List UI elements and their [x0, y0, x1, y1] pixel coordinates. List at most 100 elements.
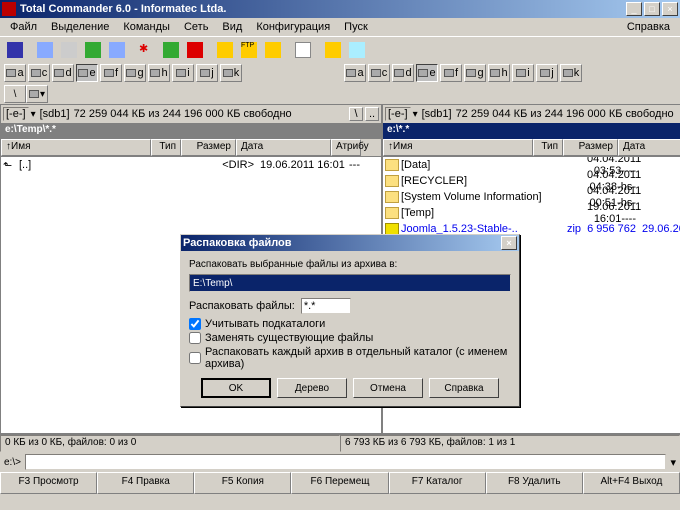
tb-btn13[interactable] — [322, 39, 344, 61]
col-date[interactable]: Дата — [618, 139, 680, 156]
chk-separate[interactable]: Распаковать каждый архив в отдельный кат… — [189, 346, 511, 370]
drive-g-left[interactable]: g — [124, 64, 146, 82]
tb-btn7[interactable] — [160, 39, 182, 61]
left-path[interactable]: e:\Temp\*.* — [1, 123, 381, 139]
drive-f-right[interactable]: f — [440, 64, 462, 82]
tb-btn2[interactable] — [34, 39, 56, 61]
drive-i-right[interactable]: i — [512, 64, 534, 82]
right-freespace: 72 259 044 КБ из 244 196 000 КБ свободно — [456, 108, 680, 120]
dialog-title: Распаковка файлов — [183, 237, 501, 249]
chk-overwrite[interactable]: Заменять существующие файлы — [189, 332, 511, 344]
drive-c-right[interactable]: c — [368, 64, 390, 82]
menu-help[interactable]: Справка — [621, 20, 676, 34]
menu-select[interactable]: Выделение — [45, 20, 115, 34]
toolbar: ✱ FTP — [0, 36, 680, 62]
dialog-close-button[interactable]: × — [501, 236, 517, 250]
mask-input[interactable] — [301, 298, 351, 314]
drive-k-left[interactable]: k — [220, 64, 242, 82]
f7-button[interactable]: F7 Каталог — [389, 472, 486, 494]
col-size[interactable]: Размер — [563, 139, 618, 156]
minimize-button[interactable]: _ — [626, 2, 642, 16]
app-icon — [2, 2, 16, 16]
col-attr[interactable]: Атрибу — [331, 139, 361, 156]
drive-f-left[interactable]: f — [100, 64, 122, 82]
menu-view[interactable]: Вид — [216, 20, 248, 34]
col-name[interactable]: ↑Имя — [1, 139, 151, 156]
title-bar: Total Commander 6.0 - Informatec Ltda. _… — [0, 0, 680, 18]
tb-refresh[interactable] — [4, 39, 26, 61]
help-button[interactable]: Справка — [429, 378, 499, 398]
drive-e-right[interactable]: e — [416, 64, 438, 82]
tb-find[interactable] — [292, 39, 314, 61]
tb-btn4[interactable] — [82, 39, 104, 61]
tb-btn5[interactable] — [106, 39, 128, 61]
mask-label: Распаковать файлы: — [189, 300, 295, 312]
right-vol[interactable]: [-e-] — [385, 107, 411, 121]
window-title: Total Commander 6.0 - Informatec Ltda. — [20, 3, 626, 15]
tb-btn8[interactable] — [184, 39, 206, 61]
tb-ftp[interactable]: FTP — [238, 39, 260, 61]
cmd-input[interactable] — [25, 454, 667, 470]
drive-a-right[interactable]: a — [344, 64, 366, 82]
cancel-button[interactable]: Отмена — [353, 378, 423, 398]
ok-button[interactable]: OK — [201, 378, 271, 398]
menu-file[interactable]: Файл — [4, 20, 43, 34]
folder-icon — [385, 175, 399, 187]
f5-button[interactable]: F5 Копия — [194, 472, 291, 494]
folder-icon — [385, 159, 399, 171]
left-up-button[interactable]: .. — [365, 107, 379, 121]
tb-star[interactable]: ✱ — [136, 39, 158, 61]
f3-button[interactable]: F3 Просмотр — [0, 472, 97, 494]
tb-notepad[interactable] — [346, 39, 368, 61]
col-type[interactable]: Тип — [151, 139, 181, 156]
left-drive-root[interactable]: \ — [4, 85, 26, 103]
drive-d-right[interactable]: d — [392, 64, 414, 82]
drive-h-left[interactable]: h — [148, 64, 170, 82]
f6-button[interactable]: F6 Перемещ — [291, 472, 388, 494]
left-drive-bar: a c d e f g h i j k — [0, 62, 340, 84]
left-disk: [sdb1] — [40, 108, 70, 120]
drive-k-right[interactable]: k — [560, 64, 582, 82]
right-path[interactable]: e:\*.* — [383, 123, 680, 139]
drive-j-right[interactable]: j — [536, 64, 558, 82]
f4-button[interactable]: F4 Правка — [97, 472, 194, 494]
col-name[interactable]: ↑Имя — [383, 139, 533, 156]
drive-j-left[interactable]: j — [196, 64, 218, 82]
menu-start[interactable]: Пуск — [338, 20, 374, 34]
tb-btn3[interactable] — [58, 39, 80, 61]
updir-icon: ⬑ — [3, 159, 17, 171]
left-drive-net[interactable]: ▾ — [26, 85, 48, 103]
drive-c-left[interactable]: c — [28, 64, 50, 82]
altf4-button[interactable]: Alt+F4 Выход — [583, 472, 680, 494]
list-item[interactable]: [Temp]19.06.2011 16:01---- — [383, 205, 680, 221]
f8-button[interactable]: F8 Удалить — [486, 472, 583, 494]
menu-config[interactable]: Конфигурация — [250, 20, 336, 34]
drive-h-right[interactable]: h — [488, 64, 510, 82]
drive-i-left[interactable]: i — [172, 64, 194, 82]
drive-d-left[interactable]: d — [52, 64, 74, 82]
drive-g-right[interactable]: g — [464, 64, 486, 82]
folder-icon — [385, 191, 399, 203]
col-type[interactable]: Тип — [533, 139, 563, 156]
maximize-button[interactable]: □ — [644, 2, 660, 16]
drive-a-left[interactable]: a — [4, 64, 26, 82]
menu-bar: Файл Выделение Команды Сеть Вид Конфигур… — [0, 18, 680, 36]
function-keys: F3 Просмотр F4 Правка F5 Копия F6 Переме… — [0, 472, 680, 494]
col-size[interactable]: Размер — [181, 139, 236, 156]
status-bar: 0 КБ из 0 КБ, файлов: 0 из 0 6 793 КБ из… — [0, 434, 680, 452]
left-root-button[interactable]: \ — [349, 107, 363, 121]
unpack-dialog: Распаковка файлов × Распаковать выбранны… — [180, 234, 520, 407]
tb-pack[interactable] — [214, 39, 236, 61]
cmd-prompt: e:\> — [4, 457, 21, 468]
drive-e-left[interactable]: e — [76, 64, 98, 82]
col-date[interactable]: Дата — [236, 139, 331, 156]
tree-button[interactable]: Дерево — [277, 378, 347, 398]
right-status: 6 793 КБ из 6 793 КБ, файлов: 1 из 1 — [340, 435, 680, 452]
dest-input[interactable] — [189, 274, 511, 292]
menu-commands[interactable]: Команды — [117, 20, 176, 34]
chk-subdirs[interactable]: Учитывать подкаталоги — [189, 318, 511, 330]
left-vol[interactable]: [-e-] — [3, 107, 29, 121]
tb-btn11[interactable] — [262, 39, 284, 61]
menu-net[interactable]: Сеть — [178, 20, 214, 34]
close-button[interactable]: × — [662, 2, 678, 16]
